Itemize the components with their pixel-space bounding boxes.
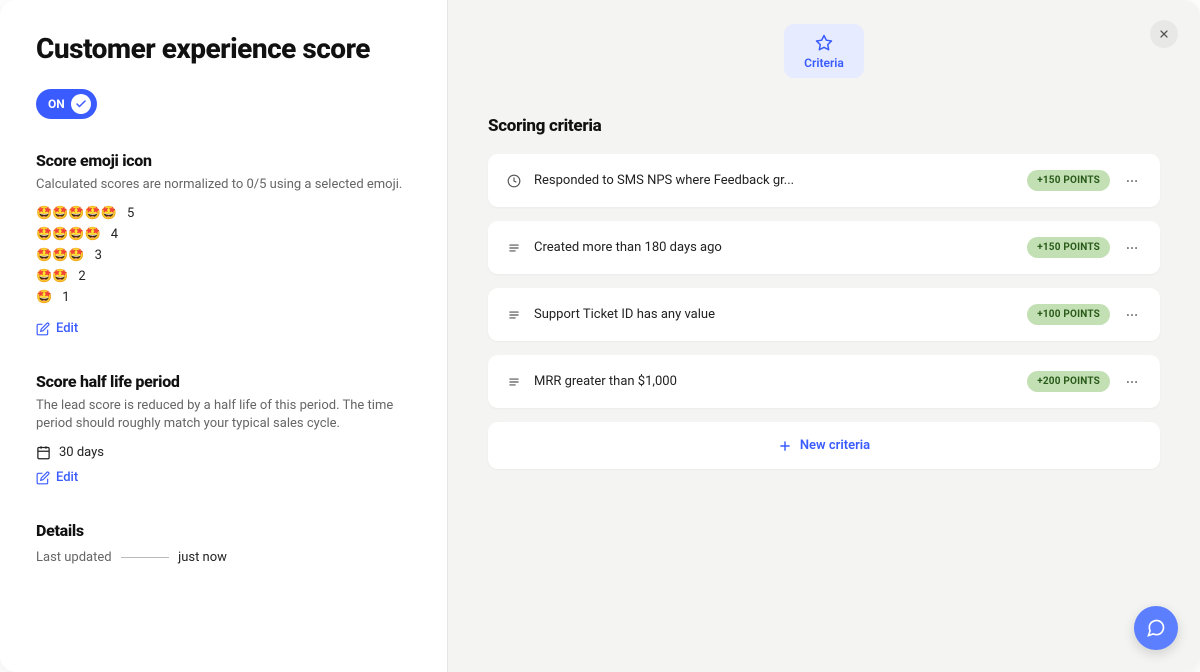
- edit-emoji-button[interactable]: Edit: [36, 321, 78, 336]
- halflife-value-row: 30 days: [36, 445, 411, 460]
- text-icon: [506, 374, 522, 390]
- emoji-glyphs: 🤩🤩: [36, 269, 68, 284]
- tab-criteria[interactable]: Criteria: [784, 24, 864, 78]
- criteria-card[interactable]: Support Ticket ID has any value +100 POIN…: [488, 288, 1160, 341]
- toggle-knob: [71, 94, 91, 114]
- left-panel: Customer experience score ON Score emoji…: [0, 0, 448, 672]
- more-button[interactable]: [1122, 238, 1142, 258]
- criteria-text: MRR greater than $1,000: [534, 374, 1015, 389]
- halflife-desc: The lead score is reduced by a half life…: [36, 397, 411, 433]
- edit-emoji-label: Edit: [56, 321, 78, 336]
- edit-icon: [36, 322, 50, 336]
- edit-halflife-button[interactable]: Edit: [36, 470, 78, 485]
- criteria-card[interactable]: Created more than 180 days ago +150 POINT…: [488, 221, 1160, 274]
- criteria-text: Support Ticket ID has any value: [534, 307, 1015, 322]
- emoji-glyphs: 🤩🤩🤩🤩🤩: [36, 206, 117, 221]
- text-icon: [506, 307, 522, 323]
- emoji-row: 🤩🤩🤩 3: [36, 248, 411, 263]
- halflife-value: 30 days: [59, 445, 104, 460]
- details-row: Last updated just now: [36, 550, 411, 565]
- points-badge: +150 POINTS: [1027, 237, 1110, 258]
- emoji-row: 🤩🤩🤩🤩 4: [36, 227, 411, 242]
- text-icon: [506, 240, 522, 256]
- details-blank: [121, 557, 169, 558]
- emoji-count: 2: [78, 269, 85, 284]
- clock-icon: [506, 173, 522, 189]
- points-badge: +100 POINTS: [1027, 304, 1110, 325]
- halflife-title: Score half life period: [36, 372, 411, 391]
- emoji-row: 🤩🤩 2: [36, 269, 411, 284]
- more-icon: [1125, 375, 1139, 389]
- plus-icon: [778, 439, 792, 453]
- toggle-on[interactable]: ON: [36, 89, 97, 119]
- details-label: Last updated: [36, 550, 112, 565]
- criteria-text: Created more than 180 days ago: [534, 240, 1015, 255]
- points-badge: +150 POINTS: [1027, 170, 1110, 191]
- close-icon: [1158, 28, 1170, 40]
- edit-halflife-label: Edit: [56, 470, 78, 485]
- details-title: Details: [36, 521, 411, 540]
- criteria-card[interactable]: MRR greater than $1,000 +200 POINTS: [488, 355, 1160, 408]
- criteria-heading: Scoring criteria: [488, 116, 1160, 136]
- points-badge: +200 POINTS: [1027, 371, 1110, 392]
- calendar-icon: [36, 445, 51, 460]
- emoji-count: 3: [95, 248, 102, 263]
- toggle-label: ON: [48, 97, 65, 111]
- emoji-glyphs: 🤩🤩🤩: [36, 248, 85, 263]
- criteria-text: Responded to SMS NPS where Feedback gr..…: [534, 173, 1015, 188]
- emoji-glyphs: 🤩🤩🤩🤩: [36, 227, 101, 242]
- more-button[interactable]: [1122, 305, 1142, 325]
- criteria-card[interactable]: Responded to SMS NPS where Feedback gr..…: [488, 154, 1160, 207]
- emoji-row: 🤩🤩🤩🤩🤩 5: [36, 206, 411, 221]
- right-panel: Criteria Scoring criteria Responded to S…: [448, 0, 1200, 672]
- new-criteria-label: New criteria: [800, 438, 870, 453]
- page-title: Customer experience score: [36, 32, 411, 65]
- new-criteria-button[interactable]: New criteria: [488, 422, 1160, 469]
- emoji-glyphs: 🤩: [36, 290, 52, 305]
- more-icon: [1125, 241, 1139, 255]
- halflife-section: Score half life period The lead score is…: [36, 372, 411, 489]
- emoji-count: 5: [127, 206, 134, 221]
- emoji-count: 1: [62, 290, 69, 305]
- edit-icon: [36, 471, 50, 485]
- help-fab[interactable]: [1134, 606, 1178, 650]
- details-section: Details Last updated just now: [36, 521, 411, 565]
- more-button[interactable]: [1122, 171, 1142, 191]
- star-icon: [815, 34, 833, 52]
- more-icon: [1125, 308, 1139, 322]
- chat-icon: [1146, 618, 1166, 638]
- emoji-count: 4: [111, 227, 118, 242]
- tab-label: Criteria: [804, 56, 844, 70]
- emoji-section-desc: Calculated scores are normalized to 0/5 …: [36, 176, 411, 194]
- emoji-section-title: Score emoji icon: [36, 151, 411, 170]
- emoji-section: Score emoji icon Calculated scores are n…: [36, 151, 411, 340]
- close-button[interactable]: [1150, 20, 1178, 48]
- details-value: just now: [178, 550, 227, 565]
- more-button[interactable]: [1122, 372, 1142, 392]
- more-icon: [1125, 174, 1139, 188]
- emoji-row: 🤩1: [36, 290, 411, 305]
- check-icon: [75, 98, 87, 110]
